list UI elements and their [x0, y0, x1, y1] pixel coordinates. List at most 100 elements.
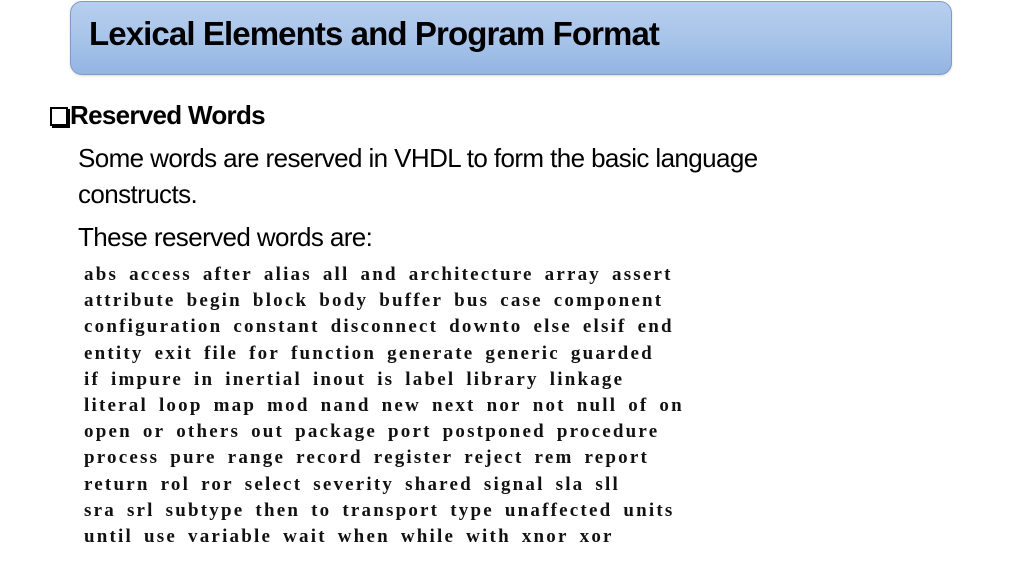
reserved-words-list: abs access after alias all and architecture arr…: [84, 262, 695, 550]
reserved-word: literal: [84, 395, 148, 417]
reserved-word: loop: [158, 395, 203, 417]
reserved-word-row: literal loop map mod nand new next nor not null of…: [84, 393, 695, 419]
reserved-word: severity: [313, 473, 395, 495]
reserved-word: srl: [126, 499, 155, 521]
reserved-word: report: [584, 447, 650, 469]
reserved-word: procedure: [556, 421, 660, 443]
reserved-word: null: [576, 395, 618, 417]
reserved-word: of: [628, 395, 649, 417]
reserved-word: use: [144, 526, 178, 548]
reserved-word: all: [322, 264, 350, 285]
reserved-word: array: [544, 264, 602, 285]
reserved-word: sra: [84, 499, 116, 521]
reserved-word: disconnect: [330, 316, 439, 338]
reserved-word-row: process pure range record register reject rem r…: [84, 445, 695, 471]
reserved-word: variable: [188, 526, 273, 548]
reserved-word: label: [405, 368, 456, 390]
reserved-word: assert: [612, 264, 673, 285]
reserved-word: ror: [201, 473, 234, 495]
reserved-word: component: [553, 290, 664, 312]
reserved-word: rem: [534, 447, 574, 469]
reserved-word: xnor: [521, 526, 569, 548]
reserved-word: or: [142, 421, 166, 443]
reserved-word: architecture: [408, 264, 534, 285]
slide-title: Lexical Elements and Program Format: [89, 15, 660, 52]
reserved-word: reject: [464, 447, 524, 469]
reserved-word: xor: [579, 526, 614, 548]
reserved-word: generic: [485, 342, 560, 364]
reserved-word: open: [84, 421, 132, 443]
reserved-word: while: [400, 526, 456, 548]
reserved-word: end: [637, 316, 674, 338]
reserved-word: access: [129, 264, 192, 285]
reserved-word: wait: [283, 526, 327, 548]
reserved-word: new: [381, 395, 421, 417]
reserved-word: configuration: [84, 316, 223, 338]
reserved-word: entity: [84, 342, 144, 364]
reserved-word: in: [193, 368, 215, 390]
reserved-word: case: [500, 290, 543, 312]
reserved-word: with: [466, 526, 511, 548]
description-line-1: Some words are reserved in VHDL to form …: [78, 143, 758, 173]
reserved-word: range: [227, 447, 286, 469]
reserved-word: library: [466, 368, 539, 390]
reserved-word: file: [203, 342, 239, 364]
reserved-word: not: [532, 395, 566, 417]
reserved-word: alias: [263, 264, 312, 285]
reserved-word: guarded: [570, 342, 654, 364]
reserved-word: body: [319, 290, 369, 312]
reserved-word: rol: [160, 473, 191, 495]
reserved-word: unaffected: [504, 499, 613, 521]
reserved-word: inertial: [225, 368, 302, 390]
reserved-word: until: [84, 526, 134, 548]
section-heading-text: Reserved Words: [70, 100, 266, 130]
reserved-word: buffer: [379, 290, 444, 312]
section-heading: Reserved Words: [50, 100, 266, 131]
reserved-word: attribute: [84, 290, 176, 312]
reserved-word: inout: [312, 368, 367, 390]
reserved-word: exit: [154, 342, 193, 364]
reserved-word: signal: [483, 473, 545, 495]
reserved-word: else: [533, 316, 572, 338]
reserved-word: sll: [595, 473, 620, 495]
intro-text: These reserved words are:: [78, 222, 373, 252]
reserved-word: next: [431, 395, 476, 417]
reserved-word: subtype: [165, 499, 245, 521]
reserved-word-row: if impure in inertial inout is label library lin…: [84, 367, 695, 393]
reserved-word: register: [373, 447, 454, 469]
reserved-word: elsif: [582, 316, 627, 338]
reserved-word-row: attribute begin block body buffer bus case comp…: [84, 288, 695, 314]
reserved-word: downto: [449, 316, 523, 338]
reserved-word: on: [659, 395, 684, 417]
reserved-word: mod: [267, 395, 310, 417]
reserved-word-row: return rol ror select severity shared signal sl…: [84, 472, 695, 498]
reserved-word: to: [311, 499, 332, 521]
reserved-word: after: [202, 264, 253, 285]
description-line-2: constructs.: [78, 179, 198, 209]
reserved-word: begin: [186, 290, 242, 312]
reserved-word-row: configuration constant disconnect downto els…: [84, 314, 695, 340]
reserved-word: transport: [342, 499, 440, 521]
reserved-word: sla: [555, 473, 585, 495]
reserved-word: generate: [387, 342, 475, 364]
reserved-word-row: sra srl subtype then to transport type unaffect…: [84, 498, 695, 524]
reserved-word: others: [176, 421, 241, 443]
reserved-word: nor: [486, 395, 522, 417]
reserved-word: process: [84, 447, 160, 469]
reserved-word: port: [387, 421, 432, 443]
reserved-word-row: abs access after alias all and architecture arr…: [84, 262, 695, 288]
reserved-word: shared: [405, 473, 473, 495]
reserved-word: record: [296, 447, 363, 469]
reserved-word: for: [249, 342, 280, 364]
reserved-word: then: [255, 499, 301, 521]
reserved-word: postponed: [442, 421, 546, 443]
reserved-word: pure: [170, 447, 217, 469]
reserved-word: select: [244, 473, 303, 495]
reserved-word: units: [623, 499, 675, 521]
reserved-word: and: [360, 264, 398, 285]
reserved-word: function: [290, 342, 377, 364]
reserved-word-row: until use variable wait when while with xnor xor: [84, 524, 695, 550]
reserved-word: return: [84, 473, 150, 495]
reserved-word-row: open or others out package port postponed proce…: [84, 419, 695, 445]
checkbox-square-icon: [50, 107, 68, 126]
